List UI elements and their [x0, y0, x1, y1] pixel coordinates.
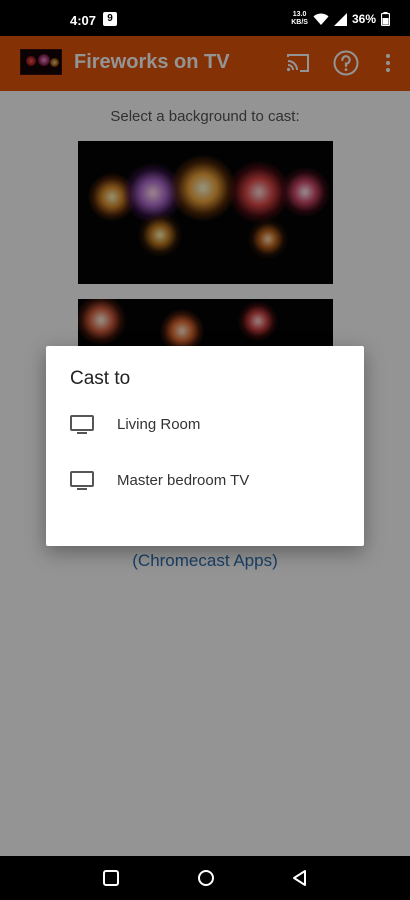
back-icon[interactable] — [290, 868, 310, 888]
wifi-icon — [313, 13, 329, 25]
tv-icon — [70, 415, 94, 434]
battery-percent: 36% — [351, 12, 376, 26]
device-item-living-room[interactable]: Living Room — [46, 401, 364, 449]
notification-icon: 9 — [103, 12, 117, 26]
device-label: Master bedroom TV — [117, 472, 250, 489]
signal-icon — [333, 12, 347, 26]
tv-icon — [70, 471, 94, 490]
status-bar: 4:07 9 13.0 KB/S 36% — [0, 0, 410, 36]
dialog-title: Cast to — [70, 368, 131, 389]
recents-icon[interactable] — [101, 868, 121, 888]
device-item-master-bedroom-tv[interactable]: Master bedroom TV — [46, 457, 364, 505]
status-time: 4:07 — [70, 13, 97, 28]
battery-icon — [381, 12, 390, 26]
network-speed: 13.0 KB/S — [291, 11, 308, 26]
home-icon[interactable] — [196, 868, 216, 888]
app-area: Fireworks on TV Select a background to c… — [0, 36, 410, 856]
status-indicators: 13.0 KB/S 36% — [291, 11, 390, 27]
cast-to-dialog: Cast to Living Room Master bedroom TV — [46, 346, 364, 546]
navigation-bar — [0, 856, 410, 900]
device-label: Living Room — [117, 416, 201, 433]
